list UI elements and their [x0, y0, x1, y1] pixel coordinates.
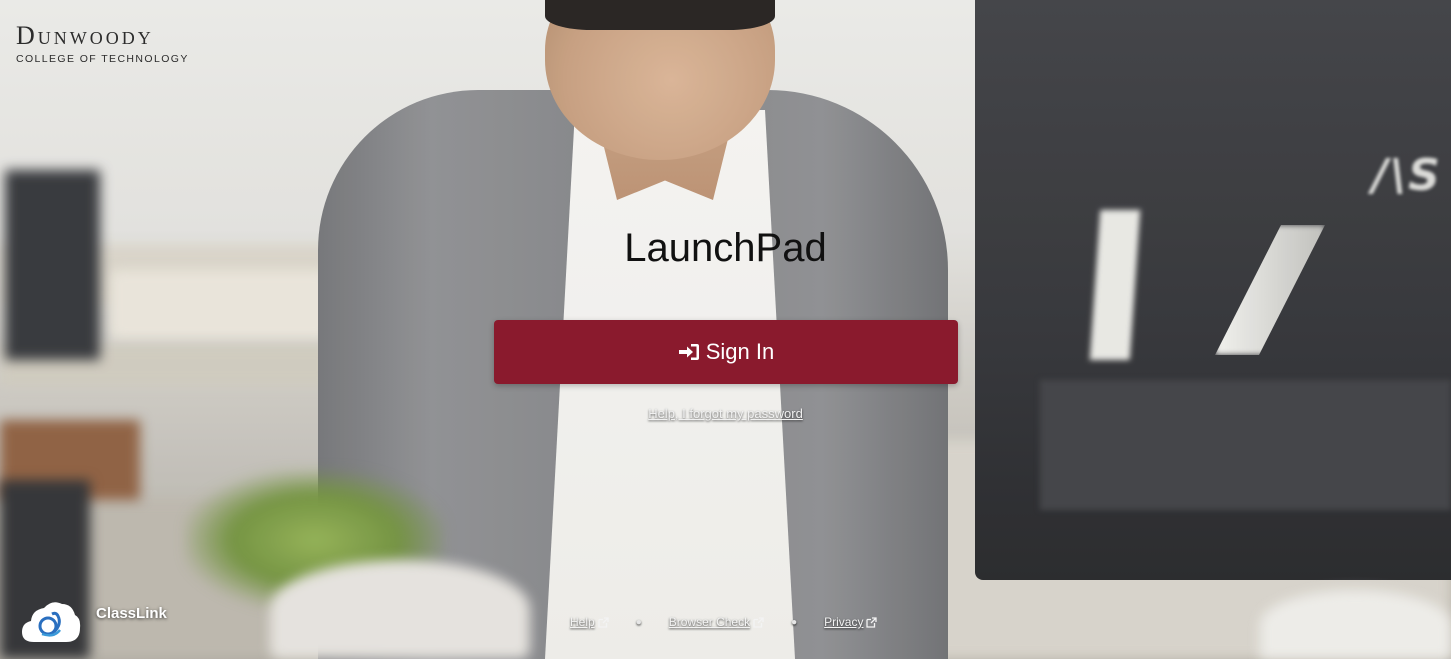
sign-in-label: Sign In: [705, 339, 775, 364]
privacy-link-label: Privacy: [824, 615, 864, 629]
forgot-password-row: Help, I forgot my password: [0, 405, 1451, 423]
dunwoody-logo: Dunwoody COLLEGE OF TECHNOLOGY: [16, 21, 189, 66]
help-link-label: Help: [570, 615, 595, 629]
help-link[interactable]: Help: [570, 615, 609, 629]
privacy-link[interactable]: Privacy: [824, 615, 878, 629]
external-link-icon: [866, 616, 878, 628]
classlink-cloud-icon: [22, 602, 81, 642]
launchpad-login-page: /\S Dunwoody COLLEGE OF TECHNOLOGY Launc…: [0, 0, 1451, 659]
classlink-branding: ClassLink: [20, 598, 167, 644]
browser-check-link[interactable]: Browser Check: [669, 615, 764, 629]
classlink-name: ClassLink: [96, 604, 167, 622]
separator-dot: ●: [635, 616, 642, 628]
external-link-icon: [753, 616, 764, 628]
sign-in-icon: [678, 342, 700, 362]
separator-dot: ●: [791, 616, 798, 628]
brand-name: Dunwoody: [16, 21, 154, 50]
browser-check-label: Browser Check: [668, 615, 751, 629]
external-link-icon: [598, 616, 609, 628]
forgot-password-link[interactable]: Help, I forgot my password: [648, 406, 803, 421]
sign-in-button[interactable]: Sign In: [494, 320, 958, 384]
page-title: LaunchPad: [624, 226, 827, 270]
footer-links: Help ● Browser Check ● Privacy: [570, 615, 878, 629]
brand-subtitle: COLLEGE OF TECHNOLOGY: [16, 53, 189, 65]
